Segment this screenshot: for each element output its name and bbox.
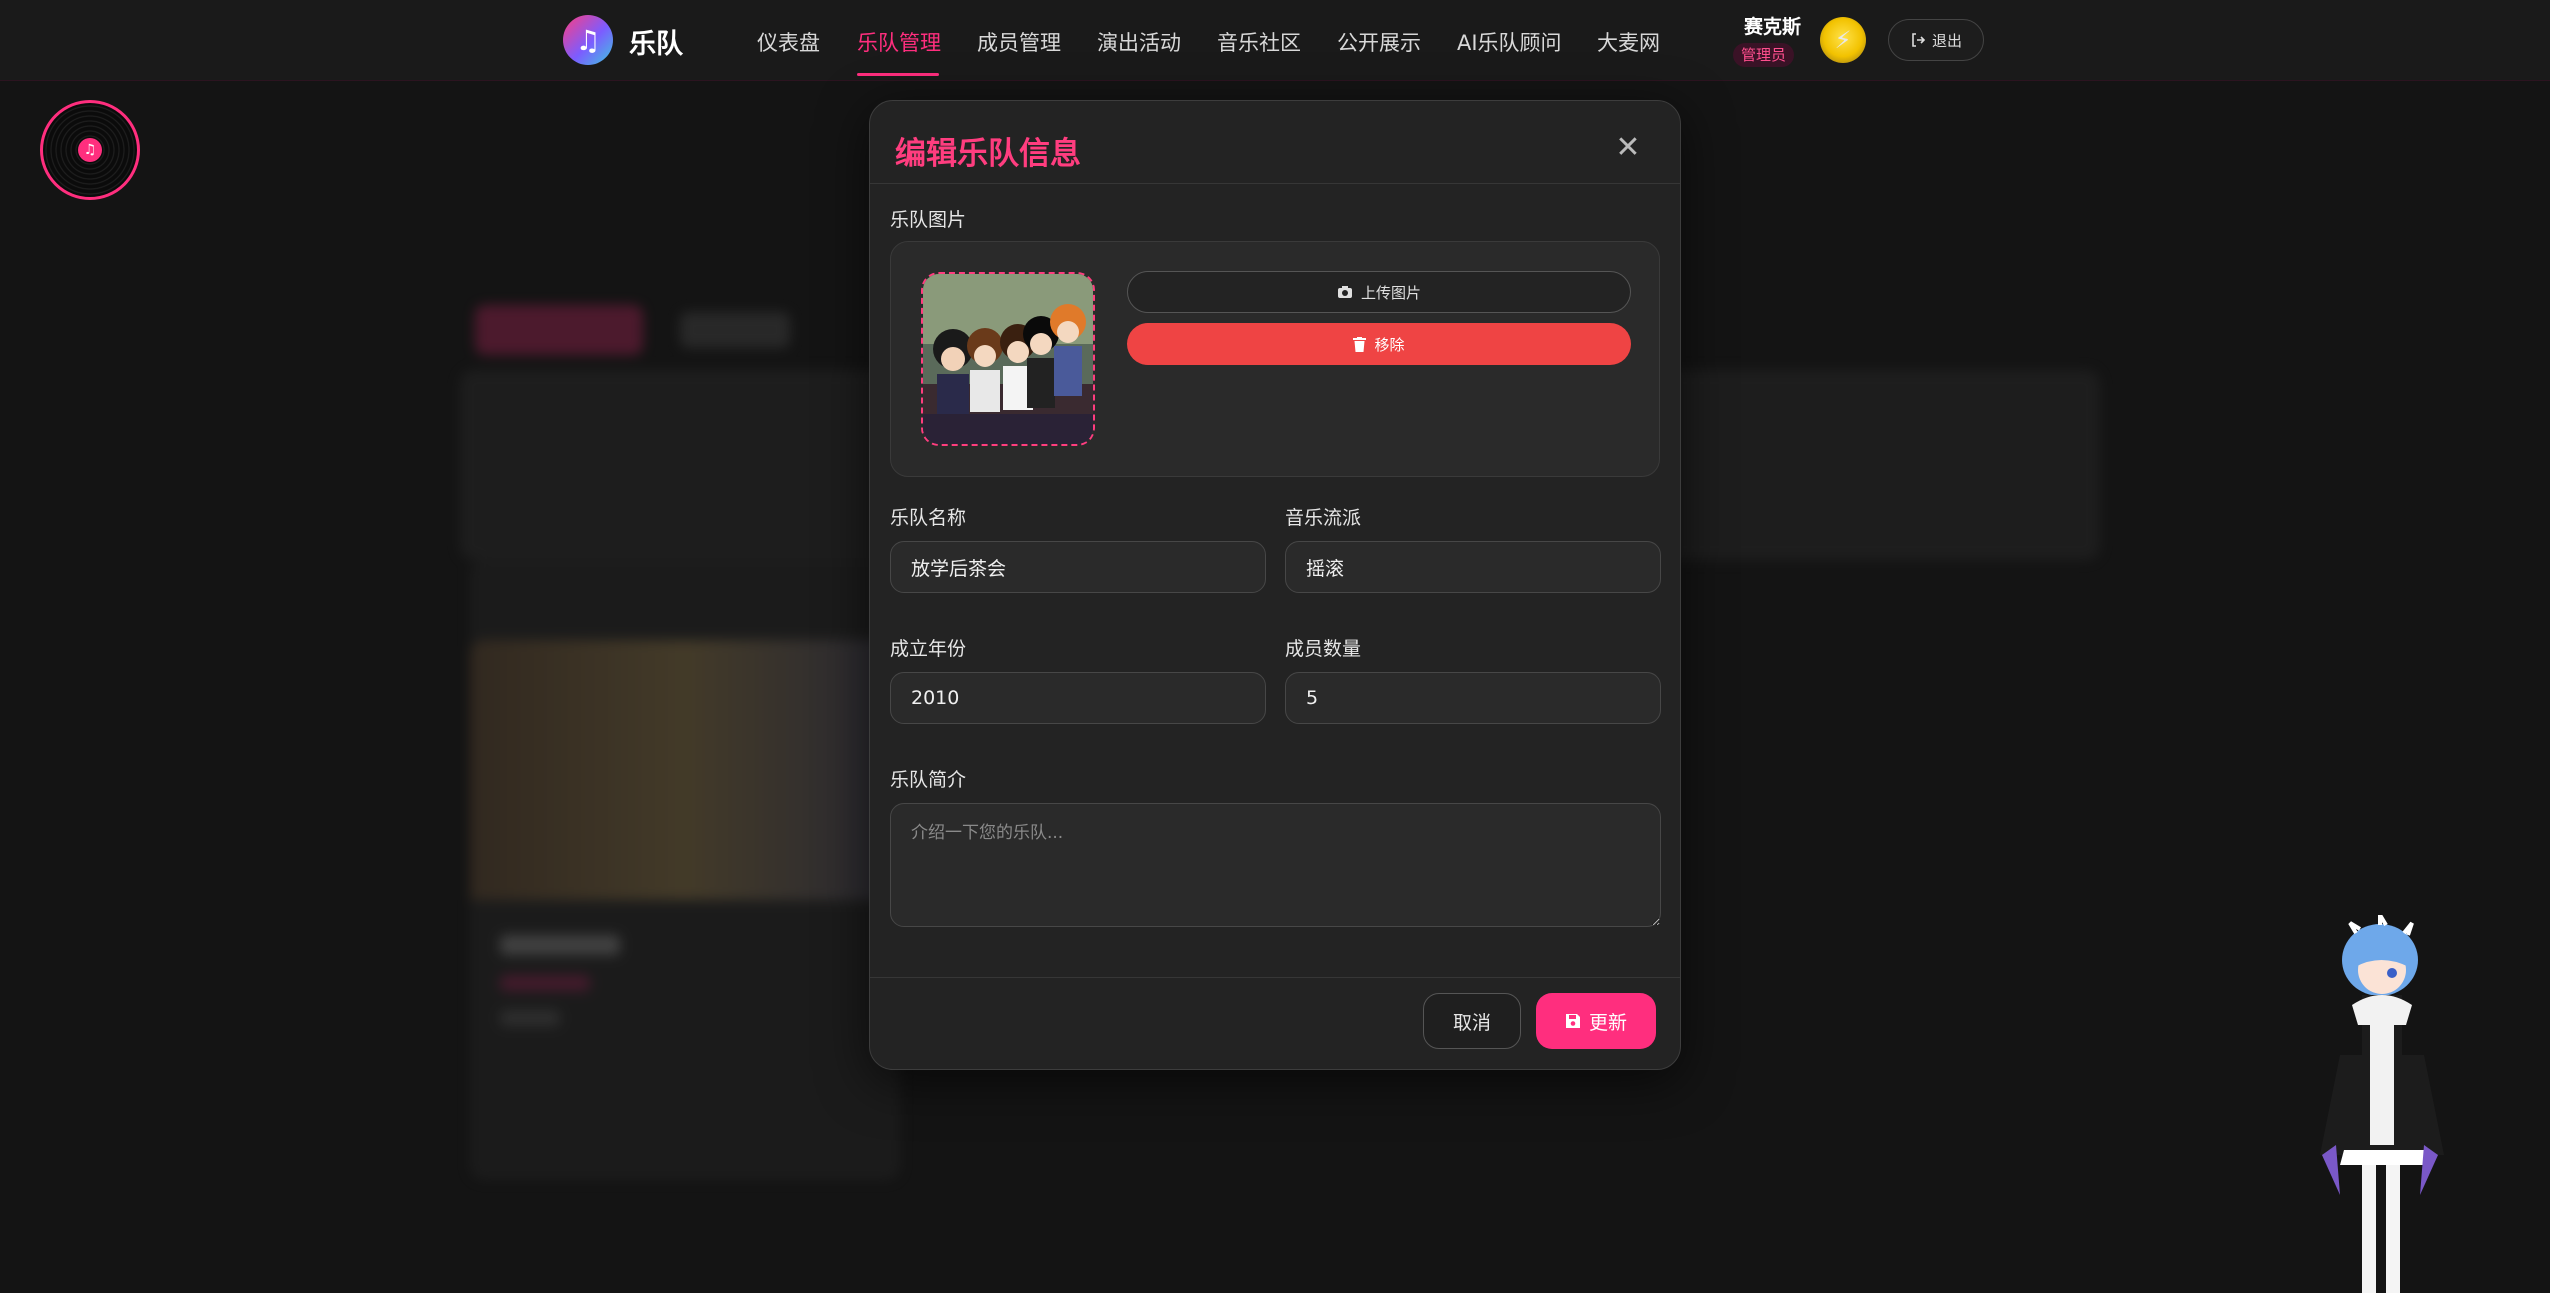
band-name-input[interactable]	[890, 541, 1266, 593]
founded-year-input[interactable]	[890, 672, 1266, 724]
app-logo-text[interactable]: 乐队	[629, 22, 683, 61]
active-nav-indicator	[857, 73, 939, 76]
bg-primary-button	[475, 305, 643, 355]
bg-card-title	[500, 935, 620, 955]
bg-card-subtitle	[500, 975, 590, 991]
band-image-label: 乐队图片	[890, 209, 967, 231]
update-label: 更新	[1588, 1011, 1627, 1034]
remove-image-button[interactable]: 移除	[1127, 323, 1631, 365]
modal-header-divider	[870, 183, 1680, 184]
modal-footer-divider	[870, 977, 1680, 978]
member-count-input[interactable]	[1285, 672, 1661, 724]
camera-icon	[1337, 286, 1352, 298]
nav-item-performances[interactable]: 演出活动	[1097, 27, 1181, 57]
music-genre-input[interactable]	[1285, 541, 1661, 593]
nav-item-ai-band-advisor[interactable]: AI乐队顾问	[1457, 27, 1562, 57]
close-icon[interactable]: ✕	[1610, 129, 1646, 165]
trash-icon	[1353, 336, 1367, 352]
logout-icon	[1912, 33, 1926, 47]
nav-item-member-management[interactable]: 成员管理	[977, 27, 1061, 57]
music-note-logo-icon[interactable]: ♫	[563, 15, 613, 65]
bg-secondary-button	[680, 312, 790, 348]
bg-band-card-image	[470, 640, 900, 900]
founded-year-label: 成立年份	[890, 638, 967, 660]
upload-image-label: 上传图片	[1360, 283, 1421, 302]
band-intro-textarea[interactable]	[890, 803, 1661, 927]
nav-item-public-showcase[interactable]: 公开展示	[1337, 27, 1421, 57]
avatar[interactable]: ⚡	[1820, 17, 1866, 63]
band-image-panel: 上传图片 移除	[890, 241, 1660, 477]
upload-image-button[interactable]: 上传图片	[1127, 271, 1631, 313]
member-count-label: 成员数量	[1285, 638, 1362, 660]
anime-mascot[interactable]	[2300, 915, 2460, 1293]
update-button[interactable]: 更新	[1536, 993, 1656, 1049]
remove-image-label: 移除	[1374, 335, 1405, 354]
user-name: 赛克斯	[1744, 16, 1802, 38]
nav-item-dashboard[interactable]: 仪表盘	[757, 27, 820, 57]
nav-item-damai[interactable]: 大麦网	[1597, 27, 1660, 57]
modal-title: 编辑乐队信息	[895, 136, 1081, 172]
music-genre-label: 音乐流派	[1285, 507, 1362, 529]
save-icon	[1565, 1014, 1580, 1028]
band-photo-illustration	[923, 274, 1093, 444]
band-name-label: 乐队名称	[890, 507, 967, 529]
role-badge: 管理员	[1733, 43, 1795, 67]
logout-label: 退出	[1931, 31, 1962, 50]
edit-band-modal: 编辑乐队信息 ✕ 乐队图片 上传图片 移除 乐队名称 放学后茶会 音乐流派 摇滚…	[869, 100, 1681, 1070]
cancel-button[interactable]: 取消	[1423, 993, 1521, 1049]
bg-card-meta	[500, 1010, 560, 1026]
nav-item-band-management[interactable]: 乐队管理	[857, 27, 941, 57]
top-navbar: ♫ 乐队 仪表盘 乐队管理 成员管理 演出活动 音乐社区 公开展示 AI乐队顾问…	[0, 0, 2550, 81]
band-intro-label: 乐队简介	[890, 769, 967, 791]
nav-item-music-community[interactable]: 音乐社区	[1217, 27, 1301, 57]
band-photo	[921, 272, 1095, 446]
logout-button[interactable]: 退出	[1888, 19, 1984, 61]
